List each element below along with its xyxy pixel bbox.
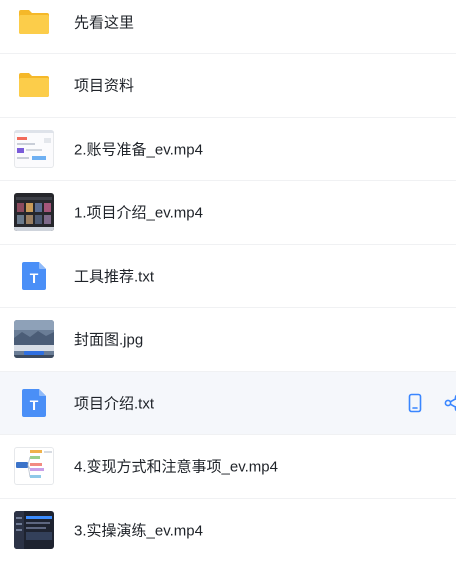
image-thumbnail [14, 319, 54, 359]
file-name: 项目资料 [74, 75, 134, 96]
file-list: 先看这里 项目资料 [0, 0, 456, 562]
file-name: 项目介绍.txt [74, 392, 154, 413]
file-name: 先看这里 [74, 12, 134, 33]
folder-icon [14, 2, 54, 42]
file-row-folder[interactable]: 项目资料 [0, 54, 456, 118]
svg-text:T: T [30, 397, 39, 413]
txt-file-icon: T [14, 256, 54, 296]
file-name: 2.账号准备_ev.mp4 [74, 138, 203, 159]
file-row-txt-selected[interactable]: T 项目介绍.txt [0, 372, 456, 436]
file-row-video[interactable]: 2.账号准备_ev.mp4 [0, 118, 456, 182]
folder-icon [14, 65, 54, 105]
video-thumbnail [14, 510, 54, 550]
video-thumbnail [14, 129, 54, 169]
file-name: 工具推荐.txt [74, 265, 154, 286]
txt-file-icon: T [14, 383, 54, 423]
file-name: 1.项目介绍_ev.mp4 [74, 202, 203, 223]
file-name: 3.实操演练_ev.mp4 [74, 520, 203, 541]
phone-icon[interactable] [404, 392, 426, 414]
file-row-folder[interactable]: 先看这里 [0, 0, 456, 54]
video-thumbnail [14, 446, 54, 486]
row-actions [404, 392, 456, 414]
video-thumbnail [14, 192, 54, 232]
file-row-txt[interactable]: T 工具推荐.txt [0, 245, 456, 309]
file-name: 4.变现方式和注意事项_ev.mp4 [74, 456, 278, 477]
file-row-video[interactable]: 1.项目介绍_ev.mp4 [0, 181, 456, 245]
svg-text:T: T [30, 270, 39, 286]
share-icon[interactable] [442, 392, 456, 414]
file-row-image[interactable]: 封面图.jpg [0, 308, 456, 372]
file-row-video[interactable]: 4.变现方式和注意事项_ev.mp4 [0, 435, 456, 499]
file-name: 封面图.jpg [74, 329, 143, 350]
file-row-video[interactable]: 3.实操演练_ev.mp4 [0, 499, 456, 562]
